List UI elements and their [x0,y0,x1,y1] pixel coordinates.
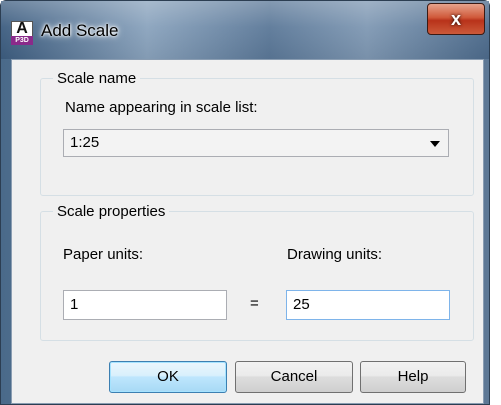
scale-properties-legend: Scale properties [53,203,170,220]
scale-name-value: 1:25 [70,134,100,151]
app-icon: A P3D [11,20,33,45]
drawing-units-input[interactable]: 25 [286,290,450,320]
scale-properties-group: Scale properties Paper units: Drawing un… [40,203,474,341]
scale-name-group: Scale name Name appearing in scale list:… [40,70,474,196]
help-button[interactable]: Help [360,361,466,393]
drawing-units-value: 25 [293,296,310,313]
cancel-button[interactable]: Cancel [235,361,353,393]
close-icon: x [450,9,461,29]
add-scale-dialog: A P3D Add Scale x Scale name Name appear… [0,0,490,405]
equals-sign: = [250,295,259,312]
dialog-client-area: Scale name Name appearing in scale list:… [11,59,484,404]
paper-units-value: 1 [70,296,79,313]
title-bar[interactable]: A P3D Add Scale x [1,1,489,59]
window-title: Add Scale [41,21,119,40]
drawing-units-label: Drawing units: [287,246,383,263]
close-button[interactable]: x [427,3,485,35]
paper-units-input[interactable]: 1 [63,290,227,320]
scale-name-legend: Scale name [53,70,141,87]
scale-list-name-label: Name appearing in scale list: [65,99,258,116]
ok-button[interactable]: OK [109,361,227,393]
chevron-down-icon[interactable] [430,141,440,147]
scale-name-combobox[interactable]: 1:25 [63,129,449,157]
paper-units-label: Paper units: [63,246,144,263]
